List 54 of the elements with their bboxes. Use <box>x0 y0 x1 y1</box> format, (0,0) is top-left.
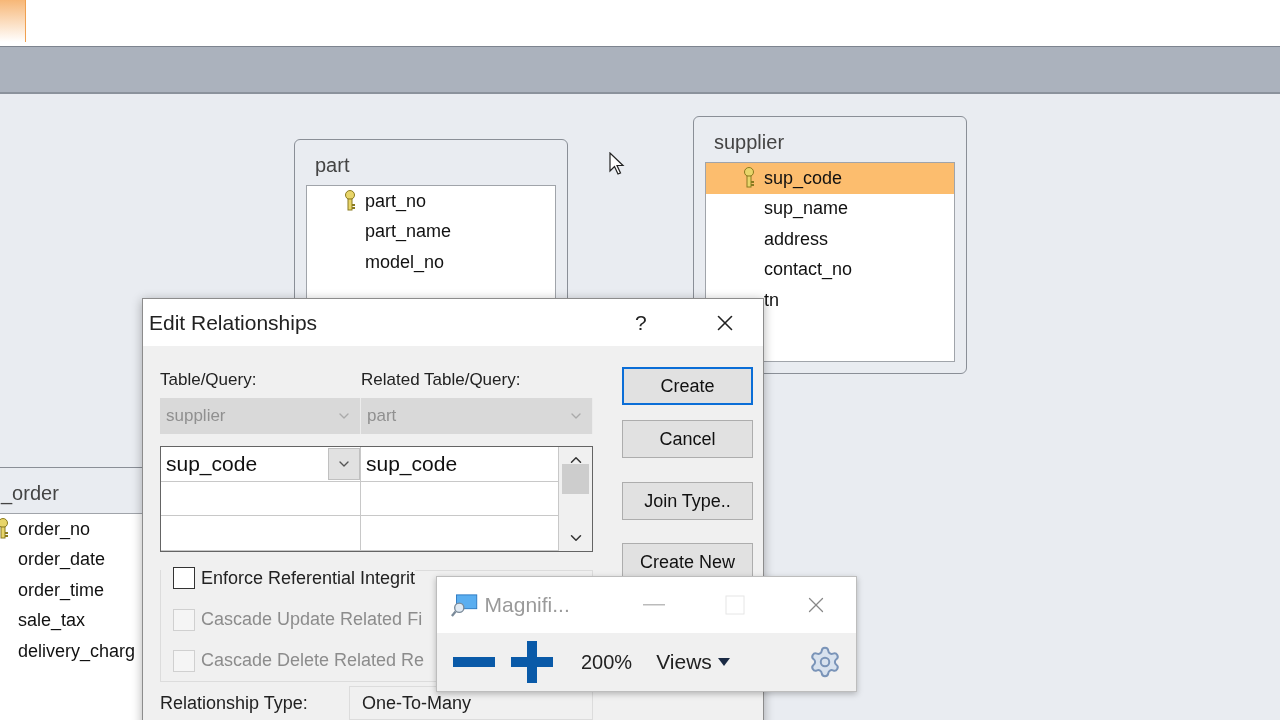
grid-cell[interactable]: sup_code <box>161 447 361 481</box>
field-name: model_no <box>365 251 445 273</box>
field-row[interactable]: part_no <box>307 186 555 217</box>
caret-icon <box>717 658 730 666</box>
field-name: sup_name <box>764 198 849 220</box>
relationship-type-label: Relationship Type: <box>160 692 309 714</box>
field-row[interactable]: sup_code <box>706 163 954 194</box>
key-icon <box>343 190 357 213</box>
table-label: Table/Query: <box>160 370 258 390</box>
scroll-thumb[interactable] <box>562 464 589 494</box>
cursor-icon <box>609 152 625 176</box>
dialog-button[interactable]: Cancel <box>622 420 753 458</box>
field-name: order_time <box>18 579 105 601</box>
field-name: delivery_charg <box>18 640 136 662</box>
scrollbar[interactable] <box>559 447 592 551</box>
field-name: contact_no <box>764 259 853 281</box>
field-name: part_name <box>365 221 452 243</box>
field-row[interactable]: order_no <box>0 514 154 545</box>
ribbon-tab[interactable] <box>0 0 26 42</box>
settings-button[interactable] <box>808 645 842 679</box>
option-checkbox[interactable]: Enforce Referential Integrit <box>173 557 416 599</box>
field-name: sale_tax <box>18 610 86 632</box>
magnifier-title: Magnifi... <box>484 593 571 617</box>
views-dropdown[interactable]: Views <box>656 650 730 674</box>
minus-icon <box>453 657 495 667</box>
minimize-icon <box>642 604 665 606</box>
dialog-button[interactable]: Join Type.. <box>622 482 753 520</box>
help-button[interactable]: ? <box>635 310 695 335</box>
key-icon <box>742 167 756 190</box>
related-table-label: Related Table/Query: <box>361 370 522 390</box>
key-icon <box>0 518 10 541</box>
field-name: part_no <box>365 190 427 212</box>
table-window[interactable]: supplier sup_code sup_name address contact_no tn <box>693 116 967 374</box>
plus-icon <box>511 641 553 683</box>
magnifier-icon <box>451 592 479 618</box>
table-title: _order <box>0 481 60 507</box>
dialog-button[interactable]: Create <box>622 367 753 405</box>
field-row[interactable]: contact_no <box>706 254 954 285</box>
field-name: address <box>764 228 829 250</box>
field-name: tn <box>764 289 779 311</box>
zoom-level: 200% <box>581 650 633 674</box>
field-row[interactable]: sup_name <box>706 193 954 224</box>
field-row[interactable]: model_no <box>307 247 555 278</box>
field-row[interactable]: address <box>706 224 954 255</box>
settings-icon <box>808 645 842 679</box>
field-grid[interactable]: sup_code sup_code <box>160 446 593 552</box>
table-title: supplier <box>713 130 786 155</box>
field-name: sup_code <box>764 167 843 189</box>
views-label: Views <box>656 650 712 674</box>
field-row[interactable]: part_name <box>307 216 555 247</box>
table-title: part <box>314 153 351 178</box>
field-name: order_date <box>18 549 106 571</box>
dropdown-button[interactable] <box>328 447 360 480</box>
field-name: order_no <box>18 518 91 540</box>
